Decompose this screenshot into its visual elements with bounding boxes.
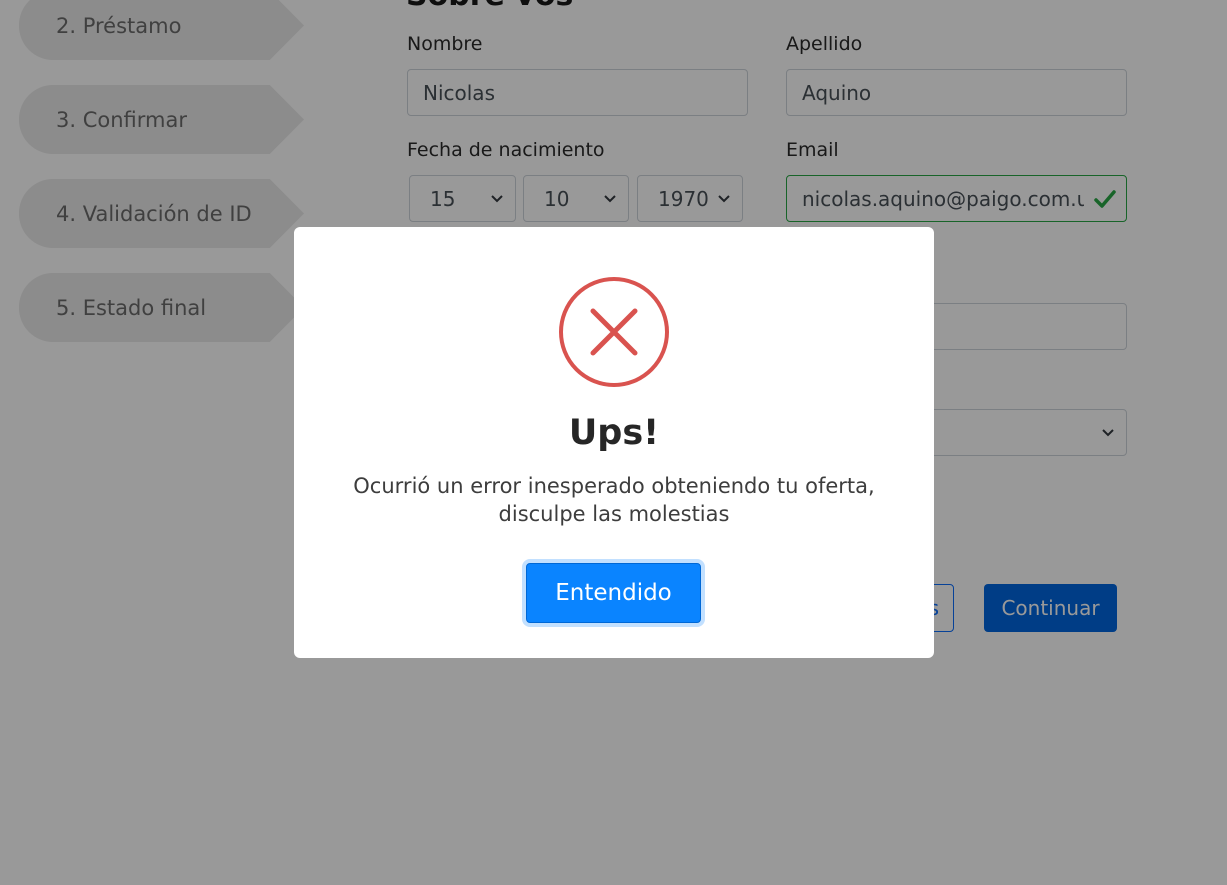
error-x-icon: [559, 277, 669, 387]
modal-message-line: Ocurrió un error inesperado obteniendo t…: [353, 474, 875, 498]
error-modal: Ups! Ocurrió un error inesperado obtenie…: [294, 227, 934, 658]
modal-title: Ups!: [568, 413, 660, 453]
entendido-button[interactable]: Entendido: [526, 563, 701, 623]
modal-message-line: disculpe las molestias: [498, 502, 730, 526]
modal-message: Ocurrió un error inesperado obteniendo t…: [324, 472, 904, 528]
